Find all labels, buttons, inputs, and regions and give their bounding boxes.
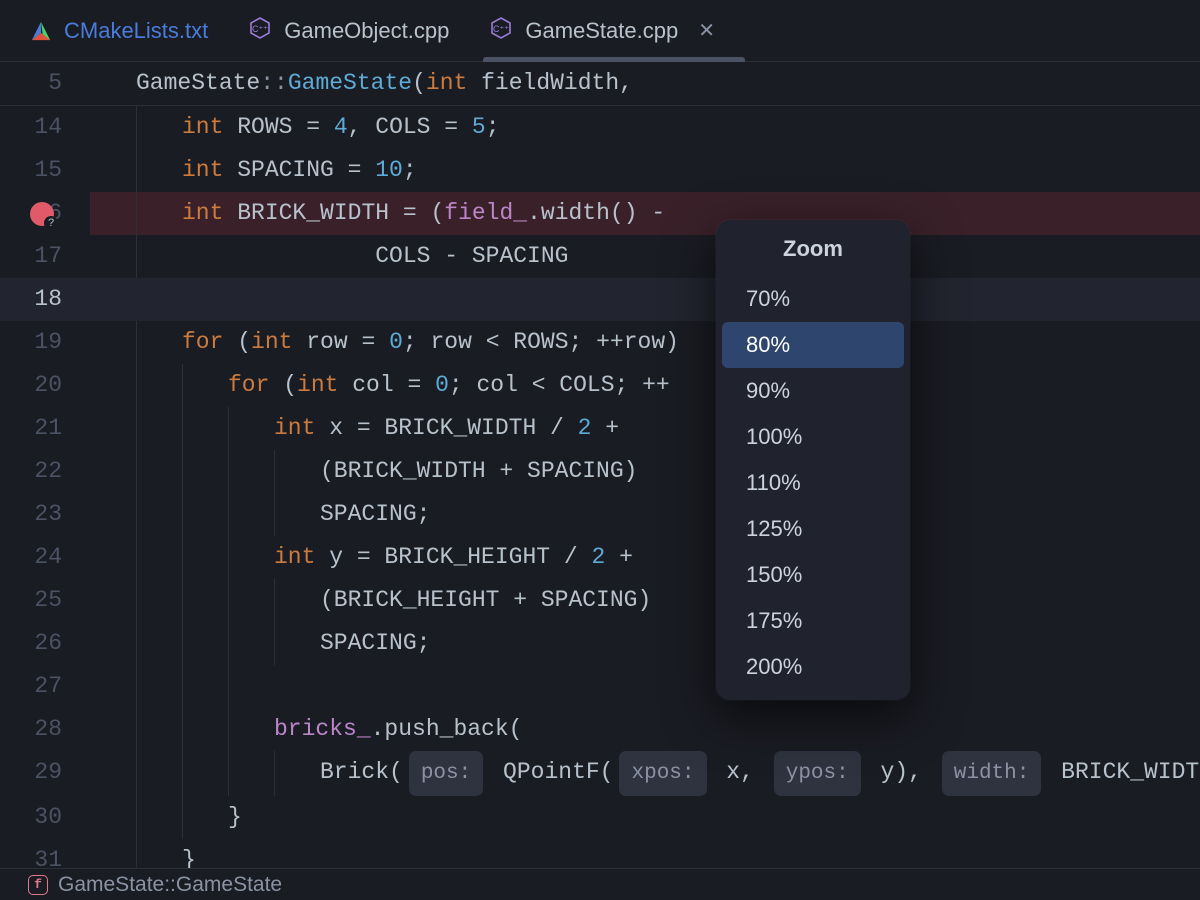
line-number: 15 xyxy=(0,149,90,192)
code-text: (BRICK_WIDTH + SPACING) xyxy=(320,450,651,493)
tab-gameobject[interactable]: C⁺⁺ GameObject.cpp xyxy=(248,0,449,61)
code-line-15[interactable]: 15 int SPACING = 10; xyxy=(0,149,1200,192)
code-text: int SPACING = 10; xyxy=(182,149,417,192)
zoom-option-200[interactable]: 200% xyxy=(716,644,910,690)
code-text: int ROWS = 4, COLS = 5; xyxy=(182,106,500,149)
breakpoint-icon[interactable] xyxy=(30,202,54,226)
line-number: 24 xyxy=(0,536,90,579)
svg-text:C⁺⁺: C⁺⁺ xyxy=(493,24,509,34)
code-line-21[interactable]: 21 int x = BRICK_WIDTH / 2 + xyxy=(0,407,1200,450)
zoom-option-125[interactable]: 125% xyxy=(716,506,910,552)
line-number: 14 xyxy=(0,106,90,149)
zoom-option-80[interactable]: 80% xyxy=(722,322,904,368)
cmake-icon xyxy=(30,20,52,42)
line-number: 26 xyxy=(0,622,90,665)
zoom-popup: Zoom 70%80%90%100%110%125%150%175%200% xyxy=(716,220,910,700)
code-text: Brick(pos: QPointF(xpos: x, ypos: y), wi… xyxy=(320,751,1200,796)
code-line-18[interactable]: 18 xyxy=(0,278,1200,321)
tab-label: CMakeLists.txt xyxy=(64,18,208,44)
code-text: SPACING; xyxy=(320,622,430,665)
code-text: SPACING; xyxy=(320,493,430,536)
svg-text:C⁺⁺: C⁺⁺ xyxy=(252,24,268,34)
line-number: 30 xyxy=(0,796,90,839)
code-line-27[interactable]: 27 xyxy=(0,665,1200,708)
code-line-19[interactable]: 19 for (int row = 0; row < ROWS; ++row) xyxy=(0,321,1200,364)
zoom-option-70[interactable]: 70% xyxy=(716,276,910,322)
line-number: 19 xyxy=(0,321,90,364)
line-number: 17 xyxy=(0,235,90,278)
line-number: 29 xyxy=(0,751,90,796)
line-number: 16 xyxy=(0,192,90,235)
function-badge-icon: f xyxy=(28,875,48,895)
code-line-22[interactable]: 22 (BRICK_WIDTH + SPACING) xyxy=(0,450,1200,493)
sticky-header: 5 GameState::GameState(int fieldWidth, xyxy=(0,62,1200,106)
line-number: 18 xyxy=(0,278,90,321)
line-number: 5 xyxy=(0,62,90,105)
zoom-option-150[interactable]: 150% xyxy=(716,552,910,598)
cpp-icon: C⁺⁺ xyxy=(248,16,272,46)
code-line-26[interactable]: 26 SPACING; xyxy=(0,622,1200,665)
zoom-title: Zoom xyxy=(716,220,910,276)
code-text: int x = BRICK_WIDTH / 2 + xyxy=(274,407,619,450)
tab-cmakelists[interactable]: CMakeLists.txt xyxy=(30,0,208,61)
line-number: 28 xyxy=(0,708,90,751)
code-text: int BRICK_WIDTH = (field_.width() - xyxy=(182,192,679,235)
cpp-icon: C⁺⁺ xyxy=(489,16,513,46)
code-line-14[interactable]: 14 int ROWS = 4, COLS = 5; xyxy=(0,106,1200,149)
code-text: int y = BRICK_HEIGHT / 2 + xyxy=(274,536,633,579)
code-text: GameState::GameState(int fieldWidth, xyxy=(136,62,633,105)
tab-gamestate[interactable]: C⁺⁺ GameState.cpp ✕ xyxy=(489,0,715,61)
line-number: 21 xyxy=(0,407,90,450)
code-line-28[interactable]: 28 bricks_.push_back( xyxy=(0,708,1200,751)
close-icon[interactable]: ✕ xyxy=(698,18,715,43)
code-text: } xyxy=(228,796,242,839)
line-number: 23 xyxy=(0,493,90,536)
code-line-17[interactable]: 17 COLS - SPACING xxxxxxxxxxxx T = 30; xyxy=(0,235,1200,278)
tab-label: GameObject.cpp xyxy=(284,18,449,44)
code-line-29[interactable]: 29 Brick(pos: QPointF(xpos: x, ypos: y), … xyxy=(0,751,1200,796)
zoom-option-110[interactable]: 110% xyxy=(716,460,910,506)
breadcrumb-text: GameState::GameState xyxy=(58,873,282,897)
line-number: 25 xyxy=(0,579,90,622)
line-number: 27 xyxy=(0,665,90,708)
line-number: 22 xyxy=(0,450,90,493)
code-text: for (int col = 0; col < COLS; ++ xyxy=(228,364,670,407)
line-number: 20 xyxy=(0,364,90,407)
tab-label: GameState.cpp xyxy=(525,18,678,44)
tab-bar: CMakeLists.txt C⁺⁺ GameObject.cpp C⁺⁺ Ga… xyxy=(0,0,1200,62)
code-line-30[interactable]: 30} xyxy=(0,796,1200,839)
code-text: for (int row = 0; row < ROWS; ++row) xyxy=(182,321,679,364)
code-text: bricks_.push_back( xyxy=(274,708,522,751)
code-line-20[interactable]: 20 for (int col = 0; col < COLS; ++ xyxy=(0,364,1200,407)
code-line-25[interactable]: 25 (BRICK_HEIGHT + SPACING) xyxy=(0,579,1200,622)
zoom-option-90[interactable]: 90% xyxy=(716,368,910,414)
breadcrumb[interactable]: f GameState::GameState xyxy=(0,868,1200,900)
code-line-16[interactable]: 16 int BRICK_WIDTH = (field_.width() - xyxy=(0,192,1200,235)
code-editor[interactable]: 5 GameState::GameState(int fieldWidth, 1… xyxy=(0,62,1200,882)
code-line-24[interactable]: 24 int y = BRICK_HEIGHT / 2 + xyxy=(0,536,1200,579)
zoom-option-100[interactable]: 100% xyxy=(716,414,910,460)
code-line-23[interactable]: 23 SPACING; xyxy=(0,493,1200,536)
code-text: (BRICK_HEIGHT + SPACING) xyxy=(320,579,651,622)
zoom-option-175[interactable]: 175% xyxy=(716,598,910,644)
